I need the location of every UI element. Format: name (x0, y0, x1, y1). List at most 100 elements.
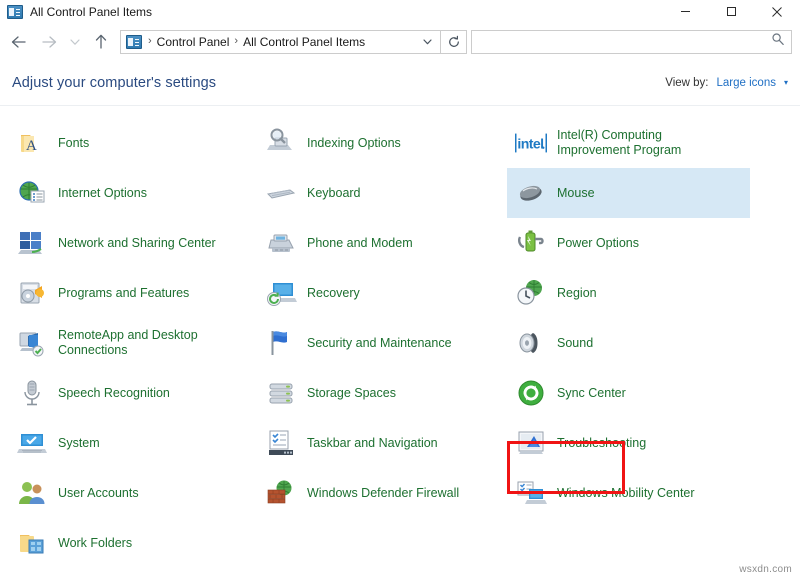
security-maintenance-flag-icon (265, 327, 297, 359)
address-bar[interactable]: › Control Panel › All Control Panel Item… (120, 30, 441, 54)
user-accounts-icon (16, 477, 48, 509)
control-panel-item-label: Region (557, 286, 597, 301)
close-button[interactable] (754, 0, 800, 23)
page-title: Adjust your computer's settings (0, 75, 216, 91)
internet-options-icon (16, 177, 48, 209)
troubleshooting-icon (515, 427, 547, 459)
watermark: wsxdn.com (739, 564, 792, 575)
control-panel-item-label: System (58, 436, 100, 451)
control-panel-item-label: Troubleshooting (557, 436, 646, 451)
control-panel-items-grid: A Fonts Internet Options Network and Sharin… (0, 106, 800, 579)
control-panel-item[interactable]: intel Intel(R) Computing Improvement Prog… (507, 118, 750, 168)
control-panel-item[interactable]: Taskbar and Navigation (257, 418, 500, 468)
control-panel-item-label: Network and Sharing Center (58, 236, 216, 251)
control-panel-item[interactable]: Troubleshooting (507, 418, 750, 468)
maximize-button[interactable] (708, 0, 754, 23)
recovery-icon (265, 277, 297, 309)
control-panel-item[interactable]: Phone and Modem (257, 218, 500, 268)
keyboard-icon (265, 177, 297, 209)
control-panel-icon (7, 4, 23, 20)
network-sharing-center-icon (16, 227, 48, 259)
control-panel-item[interactable]: Region (507, 268, 750, 318)
control-panel-item-label: Sync Center (557, 386, 626, 401)
control-panel-item[interactable]: User Accounts (8, 468, 251, 518)
breadcrumb-control-panel-icon (126, 34, 142, 50)
control-panel-item[interactable]: Network and Sharing Center (8, 218, 251, 268)
control-panel-item-label: Keyboard (307, 186, 361, 201)
windows-mobility-center-icon (515, 477, 547, 509)
control-panel-item[interactable]: Sound (507, 318, 750, 368)
microphone-icon (16, 377, 48, 409)
search-box[interactable] (471, 30, 792, 54)
view-by-label: View by: (665, 77, 708, 89)
control-panel-item[interactable]: Speech Recognition (8, 368, 251, 418)
chevron-down-icon[interactable] (418, 36, 436, 47)
power-options-battery-icon (515, 227, 547, 259)
header-strip: Adjust your computer's settings View by:… (0, 60, 800, 106)
control-panel-item-label: Storage Spaces (307, 386, 396, 401)
control-panel-item[interactable]: Storage Spaces (257, 368, 500, 418)
view-by-control[interactable]: View by: Large icons ▾ (665, 77, 788, 89)
remoteapp-desktop-connections-icon (16, 327, 48, 359)
control-panel-item-label: Taskbar and Navigation (307, 436, 438, 451)
taskbar-navigation-icon (265, 427, 297, 459)
control-panel-item-label: Intel(R) Computing Improvement Program (557, 128, 737, 158)
breadcrumb-control-panel[interactable]: Control Panel (154, 35, 233, 49)
control-panel-item[interactable]: Sync Center (507, 368, 750, 418)
items-column-2: Indexing Options Keyboard Phone and Modem R… (257, 118, 500, 518)
view-by-value[interactable]: Large icons (717, 77, 776, 89)
refresh-icon[interactable] (441, 30, 467, 54)
control-panel-item-label: Windows Defender Firewall (307, 486, 459, 501)
windows-defender-firewall-icon (265, 477, 297, 509)
control-panel-item-label: Recovery (307, 286, 360, 301)
control-panel-item-label: Security and Maintenance (307, 336, 452, 351)
indexing-options-icon (265, 127, 297, 159)
chevron-down-icon[interactable]: ▾ (784, 79, 788, 87)
control-panel-item-label: Windows Mobility Center (557, 486, 695, 501)
control-panel-item-label: Mouse (557, 186, 595, 201)
breadcrumb-separator: › (232, 36, 240, 47)
sound-speaker-icon (515, 327, 547, 359)
control-panel-item-label: Work Folders (58, 536, 132, 551)
control-panel-item[interactable]: RemoteApp and Desktop Connections (8, 318, 251, 368)
control-panel-item[interactable]: Recovery (257, 268, 500, 318)
control-panel-item[interactable]: Windows Defender Firewall (257, 468, 500, 518)
control-panel-item-label: Indexing Options (307, 136, 401, 151)
navigation-bar: › Control Panel › All Control Panel Item… (0, 23, 800, 60)
intel-logo-icon: intel (515, 127, 547, 159)
control-panel-item[interactable]: System (8, 418, 251, 468)
control-panel-item[interactable]: Internet Options (8, 168, 251, 218)
title-bar-left: All Control Panel Items (0, 4, 152, 20)
window-title: All Control Panel Items (30, 5, 152, 19)
breadcrumb-all-control-panel-items[interactable]: All Control Panel Items (240, 35, 368, 49)
up-arrow-icon[interactable] (86, 27, 116, 57)
forward-arrow-icon[interactable] (34, 27, 64, 57)
control-panel-item[interactable]: Mouse (507, 168, 750, 218)
fonts-folder-icon: A (16, 127, 48, 159)
control-panel-item[interactable]: Programs and Features (8, 268, 251, 318)
search-icon[interactable] (771, 32, 785, 51)
control-panel-item[interactable]: Work Folders (8, 518, 251, 568)
control-panel-item[interactable]: Indexing Options (257, 118, 500, 168)
control-panel-item[interactable]: Keyboard (257, 168, 500, 218)
mouse-icon (515, 177, 547, 209)
items-column-3: intel Intel(R) Computing Improvement Prog… (507, 118, 750, 518)
control-panel-item-label: Programs and Features (58, 286, 189, 301)
work-folders-icon (16, 527, 48, 559)
minimize-button[interactable] (662, 0, 708, 23)
recent-locations-chevron-icon[interactable] (64, 27, 86, 57)
control-panel-item[interactable]: Security and Maintenance (257, 318, 500, 368)
back-arrow-icon[interactable] (4, 27, 34, 57)
control-panel-item[interactable]: Windows Mobility Center (507, 468, 750, 518)
items-column-1: A Fonts Internet Options Network and Sharin… (8, 118, 251, 568)
control-panel-item-label: Phone and Modem (307, 236, 413, 251)
control-panel-item[interactable]: A Fonts (8, 118, 251, 168)
control-panel-item-label: Internet Options (58, 186, 147, 201)
control-panel-item[interactable]: Power Options (507, 218, 750, 268)
control-panel-item-label: Sound (557, 336, 593, 351)
control-panel-item-label: Fonts (58, 136, 89, 151)
control-panel-item-label: RemoteApp and Desktop Connections (58, 328, 238, 358)
search-input[interactable] (478, 34, 771, 50)
breadcrumb-separator: › (146, 36, 154, 47)
control-panel-item-label: Power Options (557, 236, 639, 251)
